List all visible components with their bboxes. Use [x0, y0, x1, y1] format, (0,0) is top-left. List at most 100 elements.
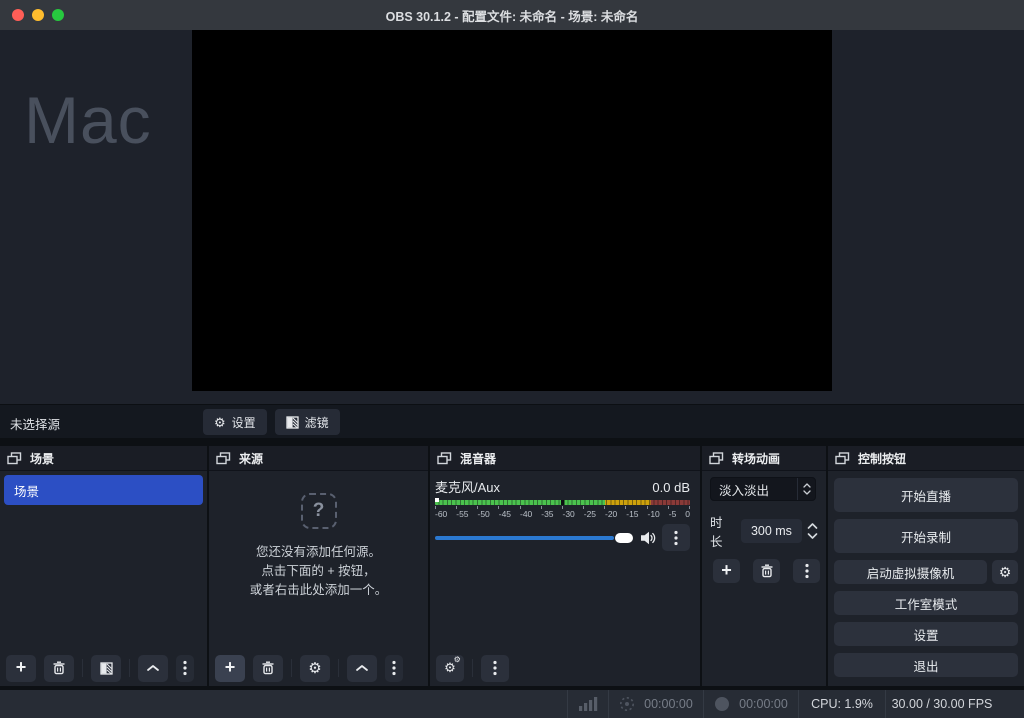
source-filters-label: 滤镜	[305, 414, 329, 431]
toolbar-separator	[472, 659, 473, 677]
transition-select-value: 淡入淡出	[711, 480, 797, 499]
dock-icon	[709, 452, 724, 465]
kebab-icon	[674, 530, 678, 546]
kebab-icon	[805, 563, 809, 579]
volume-slider-track	[435, 536, 614, 540]
volume-slider-handle[interactable]	[615, 533, 633, 543]
transitions-dock-header[interactable]: 转场动画	[702, 446, 826, 471]
add-source-button[interactable]: +	[215, 655, 245, 682]
sources-dock-header[interactable]: 来源	[209, 446, 428, 471]
toolbar-separator	[129, 659, 130, 677]
spin-up-button[interactable]	[807, 523, 818, 529]
sources-menu-button[interactable]	[385, 655, 403, 682]
dock-icon	[7, 452, 22, 465]
transitions-dock-title: 转场动画	[732, 450, 780, 467]
mixer-channel-menu-button[interactable]	[662, 524, 690, 551]
scenes-dock-header[interactable]: 场景	[0, 446, 207, 471]
start-recording-button[interactable]: 开始录制	[834, 519, 1018, 553]
mixer-dock-header[interactable]: 混音器	[430, 446, 700, 471]
speaker-icon[interactable]	[640, 530, 656, 546]
double-gear-icon: ⚙ ⚙	[444, 659, 456, 677]
virtual-camera-settings-button[interactable]: ⚙	[992, 560, 1018, 584]
audio-mixer-dock: 混音器 麦克风/Aux 0.0 dB -60-55-50-45-40-35-30…	[430, 446, 700, 686]
mixer-toolbar: ⚙ ⚙	[430, 650, 700, 686]
dock-region: 场景 场景 +	[0, 438, 1024, 690]
controls-dock-header[interactable]: 控制按钮	[828, 446, 1024, 471]
sources-empty-state[interactable]: ? 您还没有添加任何源。 点击下面的 + 按钮， 或者右击此处添加一个。	[209, 471, 428, 650]
no-source-label: 未选择源	[10, 414, 60, 433]
add-transition-button[interactable]: +	[713, 559, 740, 583]
cpu-usage: CPU: 1.9%	[799, 690, 885, 718]
remove-source-button[interactable]	[253, 655, 283, 682]
gear-icon: ⚙	[308, 661, 321, 676]
studio-mode-button[interactable]: 工作室模式	[834, 591, 1018, 615]
source-properties-label: 设置	[232, 414, 256, 431]
exit-button[interactable]: 退出	[834, 653, 1018, 677]
connection-status	[568, 690, 608, 718]
move-source-up-button[interactable]	[347, 655, 377, 682]
toolbar-separator	[338, 659, 339, 677]
remove-scene-button[interactable]	[44, 655, 74, 682]
kebab-icon	[493, 660, 497, 676]
mixer-db-value: 0.0 dB	[652, 480, 690, 495]
transition-select[interactable]: 淡入淡出	[710, 477, 816, 501]
controls-dock-title: 控制按钮	[858, 450, 906, 467]
mixer-channel-name: 麦克风/Aux	[435, 477, 500, 496]
source-filters-button[interactable]: 滤镜	[275, 409, 340, 435]
source-properties-button[interactable]: ⚙ 设置	[203, 409, 267, 435]
duration-label: 时长	[710, 512, 734, 550]
volume-slider[interactable]	[435, 528, 634, 548]
preview-area[interactable]: Mac	[0, 30, 1024, 404]
transition-properties-button[interactable]	[793, 559, 820, 583]
remove-transition-button[interactable]	[753, 559, 780, 583]
duration-input[interactable]: 300 ms	[741, 519, 802, 543]
spin-down-button[interactable]	[807, 533, 818, 539]
filter-icon	[286, 416, 299, 429]
empty-hint-line: 您还没有添加任何源。	[256, 543, 381, 562]
desktop-watermark: Mac	[24, 82, 152, 158]
program-canvas[interactable]	[192, 30, 832, 391]
zoom-button[interactable]	[52, 9, 64, 21]
source-properties-toolbar-button[interactable]: ⚙	[300, 655, 330, 682]
kebab-icon	[183, 660, 187, 676]
empty-hint-line: 或者右击此处添加一个。	[250, 581, 388, 600]
dock-icon	[835, 452, 850, 465]
trash-icon	[261, 661, 275, 675]
sources-dock-title: 来源	[239, 450, 263, 467]
question-mark-icon: ?	[301, 493, 337, 529]
kebab-icon	[392, 660, 396, 676]
source-context-bar: 未选择源 ⚙ 设置 滤镜	[0, 404, 1024, 438]
dock-icon	[216, 452, 231, 465]
title-bar: OBS 30.1.2 - 配置文件: 未命名 - 场景: 未命名	[0, 0, 1024, 30]
settings-button[interactable]: 设置	[834, 622, 1018, 646]
close-button[interactable]	[12, 9, 24, 21]
plus-icon: +	[225, 658, 236, 676]
volume-meter	[435, 500, 690, 505]
mixer-channel: 麦克风/Aux 0.0 dB -60-55-50-45-40-35-30-25-…	[430, 471, 700, 551]
chevron-up-icon	[146, 664, 160, 672]
mixer-menu-button[interactable]	[481, 655, 509, 682]
scene-filters-button[interactable]	[91, 655, 121, 682]
trash-icon	[760, 564, 774, 578]
start-streaming-button[interactable]: 开始直播	[834, 478, 1018, 512]
transitions-dock: 转场动画 淡入淡出 时长 300 ms	[702, 446, 826, 686]
advanced-audio-button[interactable]: ⚙ ⚙	[436, 655, 464, 682]
add-scene-button[interactable]: +	[6, 655, 36, 682]
scene-list-item[interactable]: 场景	[4, 475, 203, 505]
scenes-menu-button[interactable]	[176, 655, 194, 682]
gear-icon: ⚙	[214, 416, 226, 429]
dock-icon	[437, 452, 452, 465]
record-time: 00:00:00	[739, 697, 788, 711]
scenes-toolbar: +	[0, 650, 207, 686]
fps-indicator: 30.00 / 30.00 FPS	[886, 690, 998, 718]
gear-icon: ⚙	[999, 565, 1012, 579]
scenes-dock-title: 场景	[30, 450, 54, 467]
minimize-button[interactable]	[32, 9, 44, 21]
signal-bars-icon	[579, 697, 598, 711]
mixer-dock-title: 混音器	[460, 450, 496, 467]
move-scene-up-button[interactable]	[138, 655, 168, 682]
toolbar-separator	[291, 659, 292, 677]
sources-dock: 来源 ? 您还没有添加任何源。 点击下面的 + 按钮， 或者右击此处添加一个。 …	[209, 446, 428, 686]
status-bar: 00:00:00 00:00:00 CPU: 1.9% 30.00 / 30.0…	[0, 690, 1024, 718]
start-virtual-camera-button[interactable]: 启动虚拟摄像机	[834, 560, 987, 584]
